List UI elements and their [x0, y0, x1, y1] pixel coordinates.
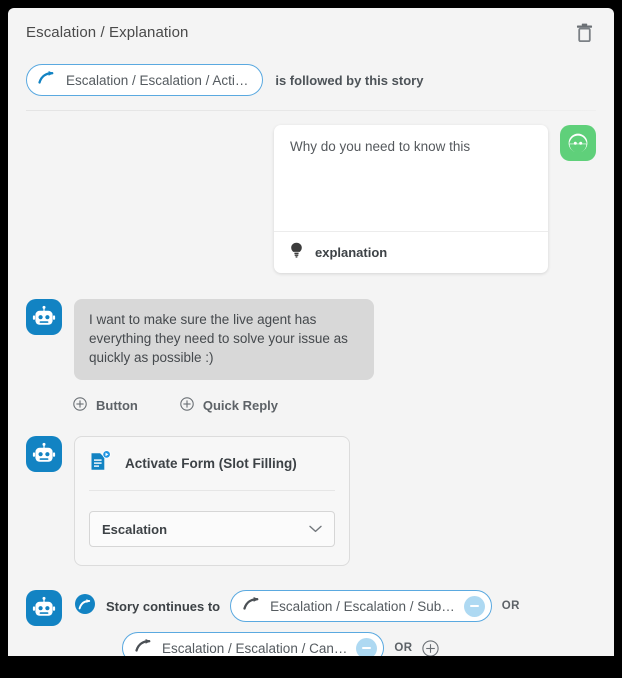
add-quick-reply-label: Quick Reply	[202, 398, 279, 414]
user-message-card[interactable]: Why do you need to know this explanation	[274, 125, 548, 273]
user-intent-label: explanation	[315, 245, 388, 260]
trash-icon[interactable]	[572, 20, 596, 44]
chevron-down-icon	[309, 520, 322, 538]
bot-message-text[interactable]: I want to make sure the live agent has e…	[74, 299, 374, 381]
story-continues-label: Story continues to	[106, 598, 221, 614]
activate-form-card: Activate Form (Slot Filling) Escalation	[74, 436, 350, 567]
story-continues-turn: Story continues to Escalation / Escalati…	[26, 590, 596, 656]
story-branches: Story continues to Escalation / Escalati…	[74, 590, 520, 656]
followed-by-text: is followed by this story	[275, 72, 424, 88]
redirect-arrow-icon	[38, 71, 56, 89]
conversation-area: Why do you need to know this explanation	[8, 111, 614, 656]
plus-circle-icon	[180, 397, 194, 414]
bot-message-column: I want to make sure the live agent has e…	[74, 299, 374, 381]
arrow-circle-icon	[74, 593, 96, 620]
robot-avatar-icon	[26, 299, 62, 335]
form-document-icon	[89, 449, 113, 478]
redirect-arrow-icon	[243, 597, 261, 615]
story-branch-chip-label: Escalation / Escalation / Can…	[162, 640, 348, 656]
bot-action-row: Button Quick Reply	[73, 397, 596, 414]
user-intent-row[interactable]: explanation	[274, 231, 548, 273]
robot-avatar-icon	[26, 436, 62, 473]
form-select[interactable]: Escalation	[89, 511, 335, 548]
previous-story-chip[interactable]: Escalation / Escalation / Acti…	[26, 64, 264, 96]
story-branch-chip-label: Escalation / Escalation / Sub…	[270, 598, 455, 614]
robot-avatar-icon	[26, 590, 62, 627]
add-quick-reply-action[interactable]: Quick Reply	[180, 397, 278, 414]
story-branch-row: Story continues to Escalation / Escalati…	[74, 590, 520, 623]
user-face-avatar-icon	[560, 125, 596, 161]
add-button-action[interactable]: Button	[73, 397, 138, 414]
story-branch-chip[interactable]: Escalation / Escalation / Can…	[122, 632, 385, 656]
activate-form-title: Activate Form (Slot Filling)	[125, 456, 297, 472]
plus-circle-icon	[73, 397, 87, 414]
form-turn: Activate Form (Slot Filling) Escalation	[26, 436, 596, 567]
redirect-arrow-icon	[135, 639, 153, 656]
followed-by-row: Escalation / Escalation / Acti… is follo…	[8, 56, 614, 96]
panel-header: Escalation / Explanation	[8, 8, 614, 56]
add-button-label: Button	[96, 398, 138, 414]
lightbulb-icon	[290, 242, 303, 263]
page-title: Escalation / Explanation	[26, 23, 189, 41]
minus-circle-icon[interactable]	[356, 637, 378, 656]
branch-or-text: OR	[394, 642, 413, 655]
form-select-value: Escalation	[102, 521, 168, 537]
user-message-text: Why do you need to know this	[290, 139, 471, 154]
activate-form-header: Activate Form (Slot Filling)	[89, 449, 335, 492]
branch-or-text: OR	[501, 600, 520, 613]
plus-circle-icon[interactable]	[422, 640, 440, 656]
story-editor-panel: Escalation / Explanation Escalation / Es…	[8, 8, 614, 656]
minus-circle-icon[interactable]	[463, 595, 485, 617]
previous-story-chip-label: Escalation / Escalation / Acti…	[66, 72, 249, 88]
story-branch-row: Escalation / Escalation / Can… OR	[122, 632, 520, 656]
user-turn: Why do you need to know this explanation	[26, 125, 596, 273]
story-branch-chip[interactable]: Escalation / Escalation / Sub…	[230, 590, 492, 623]
bot-turn: I want to make sure the live agent has e…	[26, 299, 596, 381]
